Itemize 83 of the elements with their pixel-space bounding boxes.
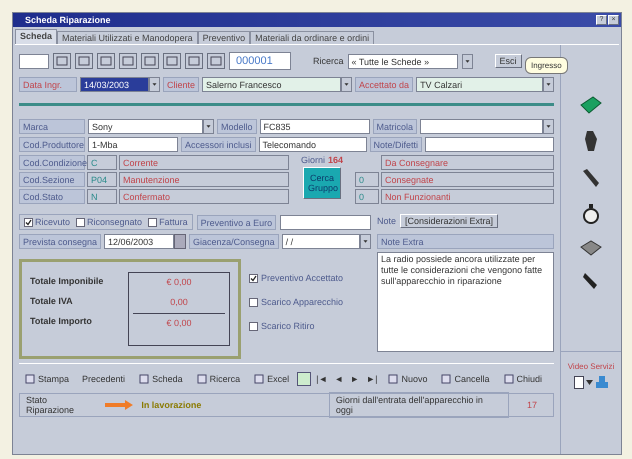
total-value: € 0,00 xyxy=(165,276,193,289)
checkbox[interactable] xyxy=(24,218,33,226)
count-description: Consegnate xyxy=(381,172,554,187)
total-label: Totale Imponibile xyxy=(30,275,104,288)
field-label: Note/Difetti xyxy=(370,137,422,152)
tab[interactable]: Scheda xyxy=(15,29,58,44)
option-label: Ricevuto xyxy=(35,217,70,227)
dropdown-field[interactable]: TV Calzari xyxy=(416,77,543,92)
field-label: Matricola xyxy=(372,119,418,134)
field-label: Giacenza/Consegna xyxy=(189,234,279,249)
input-field[interactable]: / / xyxy=(282,234,360,249)
status-label: Stato Riparazione xyxy=(26,395,76,415)
field-label: Accettato da xyxy=(355,77,414,92)
input-field[interactable] xyxy=(425,137,554,152)
code-value: N xyxy=(87,189,117,204)
input-field[interactable] xyxy=(19,54,49,68)
dropdown-field[interactable] xyxy=(420,119,543,134)
code-value: C xyxy=(87,155,117,170)
option-label: Riconsegnato xyxy=(87,217,142,227)
tab[interactable]: Materiali Utilizzati e Manodopera xyxy=(57,31,198,44)
filter-dropdown[interactable]: « Tutte le Schede » xyxy=(348,54,458,68)
checkbox[interactable] xyxy=(148,218,158,226)
checkbox[interactable] xyxy=(249,274,258,282)
tab[interactable]: Materiali da ordinare e ordini xyxy=(250,31,374,44)
dropdown-field[interactable]: Sony xyxy=(88,119,203,134)
checkbox[interactable] xyxy=(249,322,258,330)
date-field[interactable]: 12/06/2003 xyxy=(104,234,174,249)
field-label: Accessori inclusi xyxy=(181,137,256,152)
days-label: Giorni dall'entrata dell'apparecchio in oggi xyxy=(328,392,510,418)
field-label: Data Ingr. xyxy=(19,77,77,92)
input-field[interactable]: 1-Mba xyxy=(88,137,178,152)
total-label: Totale Importo xyxy=(30,315,93,328)
code-label: Cod.Condizione xyxy=(19,155,85,170)
option-label: Fattura xyxy=(159,217,188,227)
notes-text-area[interactable]: La radio possiede ancora utilizzate per tutte le considerazioni che vengono fatte sull'apparecchio in riparazione xyxy=(377,252,554,352)
code-label: Cod.Stato xyxy=(19,189,85,204)
side-caption: Video Servizi xyxy=(568,362,614,371)
counter-label: Giorni xyxy=(300,155,325,165)
total-value: € 0,00 xyxy=(133,313,225,331)
extra-notes-button[interactable]: [Considerazioni Extra] xyxy=(400,214,498,228)
field-label: Prevista consegna xyxy=(19,234,102,249)
group-button[interactable]: Cerca Gruppo xyxy=(303,167,341,199)
checkbox[interactable] xyxy=(249,298,258,306)
days-value: 17 xyxy=(526,400,538,410)
notes-label: Note xyxy=(377,216,396,226)
count-description: Non Funzionanti xyxy=(381,189,554,204)
field-label: Cliente xyxy=(163,77,200,92)
field-label: Preventivo a Euro xyxy=(196,214,276,230)
tab[interactable]: Preventivo xyxy=(198,31,250,44)
code-label: Cod.Sezione xyxy=(19,172,85,187)
record-number-field[interactable]: 000001 xyxy=(229,52,291,70)
input-field[interactable]: Telecomando xyxy=(258,137,367,152)
stopwatch-icon[interactable] xyxy=(581,203,601,225)
color-swatch[interactable] xyxy=(297,372,312,386)
count-description: Da Consegnare xyxy=(381,155,554,170)
count-value: 0 xyxy=(355,189,379,204)
field-label: Marca xyxy=(19,119,85,134)
window-title: Scheda Riparazione xyxy=(24,14,112,27)
option-label: Scarico Ritiro xyxy=(261,321,315,331)
counter-value: 164 xyxy=(328,155,344,165)
dropdown-field[interactable]: Salerno Francesco xyxy=(202,77,342,92)
dropdown-field[interactable]: 14/03/2003 xyxy=(80,77,149,92)
code-value: P04 xyxy=(87,172,117,187)
exit-button[interactable]: Esci xyxy=(494,54,522,68)
code-description: Corrente xyxy=(119,155,289,170)
option-label: Preventivo Accettato xyxy=(261,273,344,283)
arrow-icon xyxy=(105,400,134,410)
input-field[interactable] xyxy=(280,214,371,230)
count-value: 0 xyxy=(355,172,379,187)
field-label: Note Extra xyxy=(377,234,554,249)
field-label: Modello xyxy=(217,119,257,134)
code-description: Confermato xyxy=(119,189,289,204)
field-label: Cod.Produttore xyxy=(19,137,85,152)
code-description: Manutenzione xyxy=(119,172,289,187)
search-label: Ricerca xyxy=(313,56,344,66)
option-label: Scarico Apparecchio xyxy=(261,297,344,307)
total-value: 0,00 xyxy=(169,296,189,309)
tooltip: Ingresso xyxy=(525,57,568,74)
total-label: Totale IVA xyxy=(30,295,74,308)
status-value: In lavorazione xyxy=(141,400,202,410)
dropdown-arrow-icon[interactable] xyxy=(586,380,592,384)
input-field[interactable]: FC835 xyxy=(260,119,370,134)
checkbox[interactable] xyxy=(76,218,86,226)
